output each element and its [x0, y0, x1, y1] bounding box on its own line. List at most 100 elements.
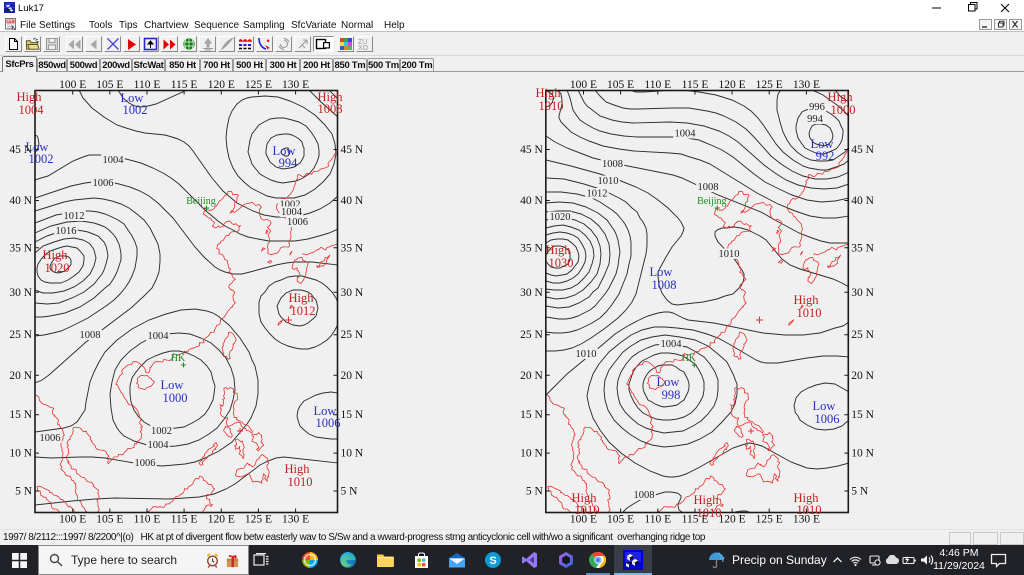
svg-text:1002: 1002: [29, 152, 54, 166]
svg-text:1000: 1000: [163, 391, 188, 405]
svg-text:40 N: 40 N: [9, 195, 32, 207]
svg-text:45 N: 45 N: [851, 144, 874, 156]
svg-text:Beijing: Beijing: [697, 196, 726, 207]
svg-text:998: 998: [662, 388, 681, 402]
svg-text:5 N: 5 N: [526, 486, 544, 498]
svg-text:1010: 1010: [576, 349, 597, 360]
svg-text:S: S: [489, 555, 496, 567]
svg-text:110 E: 110 E: [134, 79, 161, 91]
svg-text:1008: 1008: [318, 102, 343, 116]
svg-text:100 E: 100 E: [59, 514, 86, 526]
svg-text:High: High: [828, 90, 854, 104]
svg-text:125 E: 125 E: [756, 79, 783, 91]
svg-text:35 N: 35 N: [9, 242, 32, 254]
svg-text:1000: 1000: [831, 103, 856, 117]
svg-text:1030: 1030: [549, 256, 574, 270]
svg-text:994: 994: [807, 114, 824, 125]
svg-text:130 E: 130 E: [793, 79, 820, 91]
svg-text:1004: 1004: [675, 129, 697, 140]
svg-text:120 E: 120 E: [719, 514, 746, 526]
svg-text:996: 996: [809, 102, 825, 113]
svg-text:1010: 1010: [719, 249, 740, 260]
svg-text:115 E: 115 E: [171, 514, 198, 526]
svg-text:1004: 1004: [19, 103, 45, 117]
svg-text:30 N: 30 N: [520, 287, 543, 299]
svg-text:High: High: [43, 248, 69, 262]
svg-text:25 N: 25 N: [851, 329, 874, 341]
svg-text:20 N: 20 N: [520, 370, 543, 382]
svg-text:5 N: 5 N: [341, 486, 359, 498]
svg-text:1016: 1016: [56, 226, 77, 237]
svg-text:125 E: 125 E: [245, 79, 272, 91]
svg-text:1010: 1010: [288, 475, 313, 489]
svg-text:105 E: 105 E: [96, 79, 123, 91]
svg-text:15 N: 15 N: [9, 409, 32, 421]
svg-text:1006: 1006: [93, 178, 114, 189]
svg-text:1010: 1010: [797, 503, 822, 517]
svg-text:30 N: 30 N: [341, 287, 364, 299]
svg-text:25 N: 25 N: [9, 329, 32, 341]
svg-text:High: High: [285, 462, 311, 476]
svg-text:40 N: 40 N: [851, 195, 874, 207]
svg-text:High: High: [794, 293, 820, 307]
svg-text:High: High: [536, 86, 562, 100]
svg-text:20 N: 20 N: [851, 370, 874, 382]
svg-text:1008: 1008: [80, 330, 101, 341]
svg-text:120 E: 120 E: [208, 79, 235, 91]
svg-text:40 N: 40 N: [520, 195, 543, 207]
svg-text:20 N: 20 N: [9, 370, 32, 382]
svg-text:Low: Low: [650, 265, 673, 279]
svg-text:45 N: 45 N: [520, 144, 543, 156]
svg-text:High: High: [546, 243, 572, 257]
svg-text:1006: 1006: [316, 416, 341, 430]
svg-text:1004: 1004: [103, 155, 125, 166]
svg-text:100 E: 100 E: [59, 79, 86, 91]
svg-text:1010: 1010: [575, 503, 600, 517]
svg-text:115 E: 115 E: [171, 79, 198, 91]
svg-text:Low: Low: [813, 399, 836, 413]
svg-text:Low: Low: [657, 375, 680, 389]
svg-text:10 N: 10 N: [520, 448, 543, 460]
svg-text:1020: 1020: [550, 212, 571, 223]
svg-text:High: High: [17, 90, 43, 104]
svg-text:1004: 1004: [148, 440, 170, 451]
svg-text:35 N: 35 N: [851, 242, 874, 254]
svg-text:30 N: 30 N: [9, 287, 32, 299]
svg-text:1006: 1006: [40, 433, 61, 444]
svg-text:15 N: 15 N: [341, 409, 364, 421]
svg-text:10 N: 10 N: [341, 448, 364, 460]
svg-text:120 E: 120 E: [208, 514, 235, 526]
svg-text:110 E: 110 E: [644, 514, 671, 526]
svg-text:5 N: 5 N: [851, 486, 869, 498]
svg-text:1012: 1012: [64, 211, 85, 222]
svg-text:25 N: 25 N: [341, 329, 364, 341]
svg-text:1010: 1010: [539, 99, 564, 113]
svg-text:35 N: 35 N: [520, 242, 543, 254]
svg-text:1008: 1008: [602, 159, 623, 170]
svg-text:110 E: 110 E: [134, 514, 161, 526]
svg-text:25 N: 25 N: [520, 329, 543, 341]
svg-text:Low: Low: [161, 378, 184, 392]
svg-text:5 N: 5 N: [15, 486, 33, 498]
svg-text:1010: 1010: [598, 176, 619, 187]
svg-text:1004: 1004: [661, 339, 683, 350]
svg-text:105 E: 105 E: [607, 79, 634, 91]
svg-text:1008: 1008: [652, 278, 677, 292]
svg-text:High: High: [694, 493, 720, 507]
svg-text:105 E: 105 E: [96, 514, 123, 526]
svg-text:15 N: 15 N: [520, 409, 543, 421]
svg-text:1008: 1008: [634, 490, 655, 501]
svg-text:115 E: 115 E: [682, 79, 709, 91]
svg-text:1008: 1008: [698, 182, 719, 193]
svg-text:105 E: 105 E: [607, 514, 634, 526]
svg-text:100 E: 100 E: [570, 79, 597, 91]
svg-text:125 E: 125 E: [756, 514, 783, 526]
svg-text:1002: 1002: [123, 103, 148, 117]
svg-text:45 N: 45 N: [341, 144, 364, 156]
svg-text:1006: 1006: [287, 217, 308, 228]
svg-text:1002: 1002: [151, 426, 172, 437]
svg-text:High: High: [289, 291, 315, 305]
svg-text:15 N: 15 N: [851, 409, 874, 421]
svg-text:120 E: 120 E: [719, 79, 746, 91]
svg-text:992: 992: [816, 149, 835, 163]
